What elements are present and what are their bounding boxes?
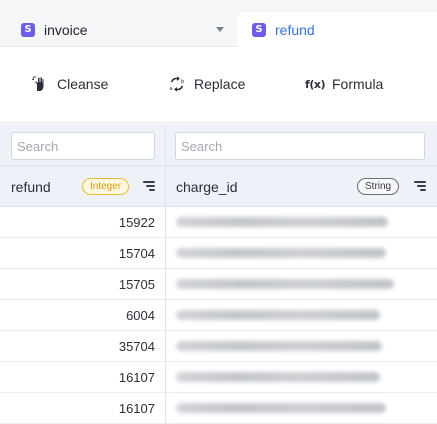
toolbar: Cleanse a b Replace f(x) Formula <box>0 47 437 123</box>
refund-cell[interactable]: 15922 <box>119 215 155 230</box>
cleanse-button[interactable]: Cleanse <box>30 73 108 95</box>
refund-cell[interactable]: 16107 <box>119 401 155 416</box>
table-body: 15922 15704 15705 6004 35704 16107 16107 <box>0 207 437 424</box>
cleanse-label: Cleanse <box>57 76 109 92</box>
table-row[interactable]: 15922 <box>0 207 437 238</box>
s-logo-icon: S <box>21 22 35 37</box>
table-row[interactable]: 16107 <box>0 393 437 424</box>
data-grid: refund Integer charge_id String 15922 15… <box>0 124 437 424</box>
type-badge-integer: Integer <box>82 178 130 195</box>
replace-label: Replace <box>194 76 246 92</box>
s-logo-icon: S <box>252 22 266 37</box>
table-row[interactable]: 35704 <box>0 331 437 362</box>
refund-cell[interactable]: 15704 <box>119 246 155 261</box>
refund-cell[interactable]: 6004 <box>126 308 155 323</box>
svg-text:b: b <box>181 79 184 85</box>
charge-id-cell-redacted[interactable] <box>176 341 382 351</box>
tab-invoice[interactable]: S invoice <box>0 12 236 47</box>
refund-cell[interactable]: 16107 <box>119 370 155 385</box>
refund-cell[interactable]: 35704 <box>119 339 155 354</box>
tab-bar: S invoice S refund <box>0 0 437 47</box>
column-divider[interactable] <box>165 124 166 424</box>
column-header-row: refund Integer charge_id String <box>0 166 437 207</box>
column-menu-icon[interactable] <box>143 181 155 191</box>
column-menu-icon[interactable] <box>414 181 426 191</box>
svg-text:a: a <box>170 86 173 92</box>
charge-id-cell-redacted[interactable] <box>176 310 380 320</box>
replace-icon: a b <box>167 74 187 94</box>
charge-id-cell-redacted[interactable] <box>176 372 380 382</box>
column-header-charge-id[interactable]: charge_id <box>176 179 238 195</box>
charge-id-search-input[interactable] <box>175 132 425 160</box>
formula-fx-icon: f(x) <box>305 77 325 91</box>
table-row[interactable]: 15704 <box>0 238 437 269</box>
replace-button[interactable]: a b Replace <box>167 73 246 95</box>
tab-refund[interactable]: S refund <box>237 12 437 47</box>
formula-button[interactable]: f(x) Formula <box>305 73 383 95</box>
column-header-refund[interactable]: refund <box>11 179 51 195</box>
cleanse-hand-icon <box>30 74 50 94</box>
refund-search-input[interactable] <box>11 132 155 160</box>
charge-id-cell-redacted[interactable] <box>176 279 394 289</box>
refund-cell[interactable]: 15705 <box>119 277 155 292</box>
chevron-down-icon[interactable] <box>216 27 224 32</box>
tab-label: refund <box>275 21 315 38</box>
charge-id-cell-redacted[interactable] <box>176 217 388 227</box>
charge-id-cell-redacted[interactable] <box>176 403 386 413</box>
charge-id-cell-redacted[interactable] <box>176 248 386 258</box>
tab-label: invoice <box>44 21 88 38</box>
table-row[interactable]: 15705 <box>0 269 437 300</box>
filter-row <box>0 124 437 166</box>
type-badge-string: String <box>357 178 400 195</box>
table-row[interactable]: 6004 <box>0 300 437 331</box>
formula-label: Formula <box>332 76 384 92</box>
table-row[interactable]: 16107 <box>0 362 437 393</box>
